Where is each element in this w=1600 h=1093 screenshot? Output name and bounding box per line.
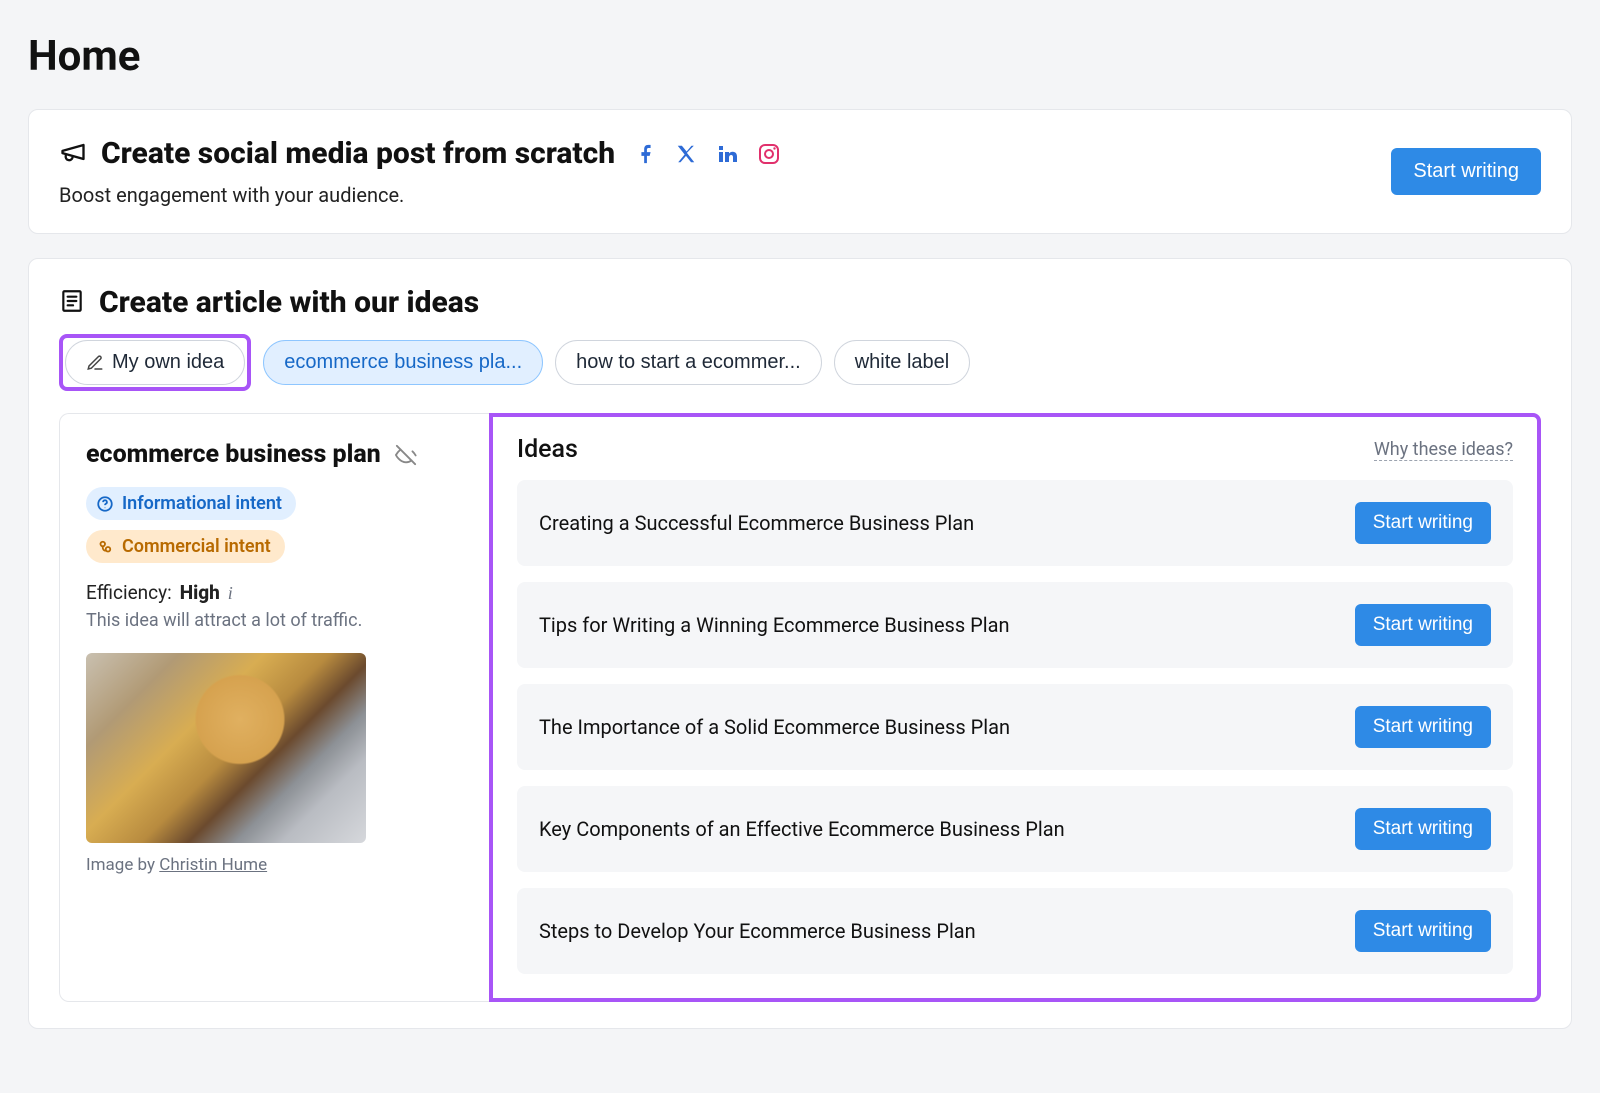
chip-label: how to start a ecommer... [576, 351, 801, 374]
efficiency-value: High [180, 581, 220, 604]
info-icon[interactable]: i [228, 584, 233, 602]
ideas-list-panel: Ideas Why these ideas? Creating a Succes… [489, 413, 1541, 1002]
facebook-icon [635, 143, 657, 165]
efficiency-label: Efficiency: [86, 581, 172, 604]
idea-text: Key Components of an Effective Ecommerce… [539, 817, 1065, 841]
start-writing-social-button[interactable]: Start writing [1391, 148, 1541, 195]
intent-label: Commercial intent [122, 536, 271, 557]
idea-detail-panel: ecommerce business plan Informational in… [59, 413, 489, 1002]
idea-row: The Importance of a Solid Ecommerce Busi… [517, 684, 1513, 770]
idea-thumbnail [86, 653, 366, 843]
article-card-title: Create article with our ideas [99, 285, 479, 320]
idea-text: Creating a Successful Ecommerce Business… [539, 511, 974, 535]
idea-text: The Importance of a Solid Ecommerce Busi… [539, 715, 1010, 739]
start-writing-button[interactable]: Start writing [1355, 808, 1491, 850]
idea-chip[interactable]: white label [834, 340, 971, 385]
idea-row: Creating a Successful Ecommerce Business… [517, 480, 1513, 566]
eye-off-icon[interactable] [395, 444, 417, 466]
image-byline: Image by Christin Hume [86, 855, 463, 875]
social-card-title: Create social media post from scratch [101, 136, 615, 171]
idea-text: Tips for Writing a Winning Ecommerce Bus… [539, 613, 1010, 637]
efficiency-desc: This idea will attract a lot of traffic. [86, 610, 463, 631]
idea-chip[interactable]: ecommerce business pla... [263, 340, 543, 385]
my-own-idea-chip[interactable]: My own idea [65, 340, 245, 385]
start-writing-button[interactable]: Start writing [1355, 910, 1491, 952]
start-writing-button[interactable]: Start writing [1355, 502, 1491, 544]
topic-title: ecommerce business plan [86, 440, 381, 469]
idea-chip-row: My own idea ecommerce business pla... ho… [59, 334, 1541, 391]
image-author-link[interactable]: Christin Hume [159, 855, 267, 875]
intent-badge-commercial: Commercial intent [86, 530, 285, 563]
linkedin-icon [715, 142, 739, 166]
why-these-ideas-link[interactable]: Why these ideas? [1374, 439, 1513, 461]
idea-text: Steps to Develop Your Ecommerce Business… [539, 919, 976, 943]
idea-chip[interactable]: how to start a ecommer... [555, 340, 822, 385]
x-icon [675, 143, 697, 165]
article-icon [59, 288, 85, 318]
intent-badge-informational: Informational intent [86, 487, 296, 520]
page-title: Home [28, 32, 1572, 81]
instagram-icon [757, 142, 781, 166]
start-writing-button[interactable]: Start writing [1355, 706, 1491, 748]
idea-row: Steps to Develop Your Ecommerce Business… [517, 888, 1513, 974]
start-writing-button[interactable]: Start writing [1355, 604, 1491, 646]
ideas-heading: Ideas [517, 435, 578, 464]
social-card-subtitle: Boost engagement with your audience. [59, 183, 781, 207]
idea-row: Tips for Writing a Winning Ecommerce Bus… [517, 582, 1513, 668]
idea-row: Key Components of an Effective Ecommerce… [517, 786, 1513, 872]
megaphone-icon [59, 138, 87, 170]
social-post-card: Create social media post from scratch [28, 109, 1572, 234]
chip-label: ecommerce business pla... [284, 351, 522, 374]
article-ideas-card: Create article with our ideas My own ide… [28, 258, 1572, 1029]
intent-label: Informational intent [122, 493, 282, 514]
chip-label: white label [855, 351, 950, 374]
chip-label: My own idea [112, 351, 224, 374]
